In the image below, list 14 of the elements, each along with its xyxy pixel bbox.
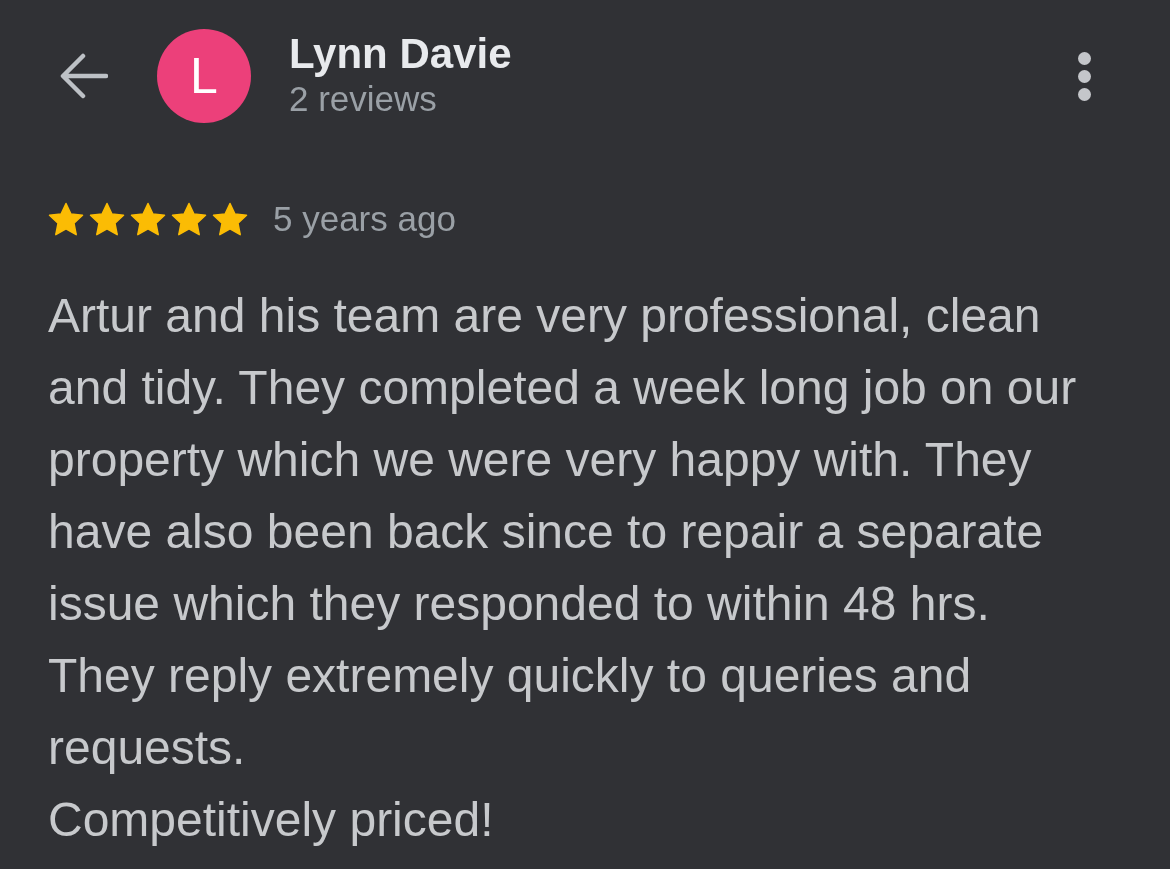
avatar: L	[157, 29, 251, 123]
more-vertical-icon	[1077, 51, 1091, 101]
star-filled-icon	[212, 201, 248, 237]
star-filled-icon	[89, 201, 125, 237]
reviewer-name: Lynn Davie	[289, 31, 512, 77]
review-text: Artur and his team are very professional, clean and tidy. They completed a week long job on our property which we were very happy with. They have also been back since to repair a separate issue which they responded to within 48 hrs. They reply extremely quickly to queries and requests. Competitively priced!	[48, 288, 1078, 848]
back-arrow-icon	[60, 53, 108, 99]
review-time: 5 years ago	[273, 199, 456, 239]
review-count: 2 reviews	[289, 78, 438, 120]
star-filled-icon	[48, 201, 84, 237]
star-filled-icon	[171, 201, 207, 237]
back-button[interactable]	[60, 53, 108, 99]
star-filled-icon	[130, 201, 166, 237]
more-options-button[interactable]	[1077, 51, 1091, 101]
